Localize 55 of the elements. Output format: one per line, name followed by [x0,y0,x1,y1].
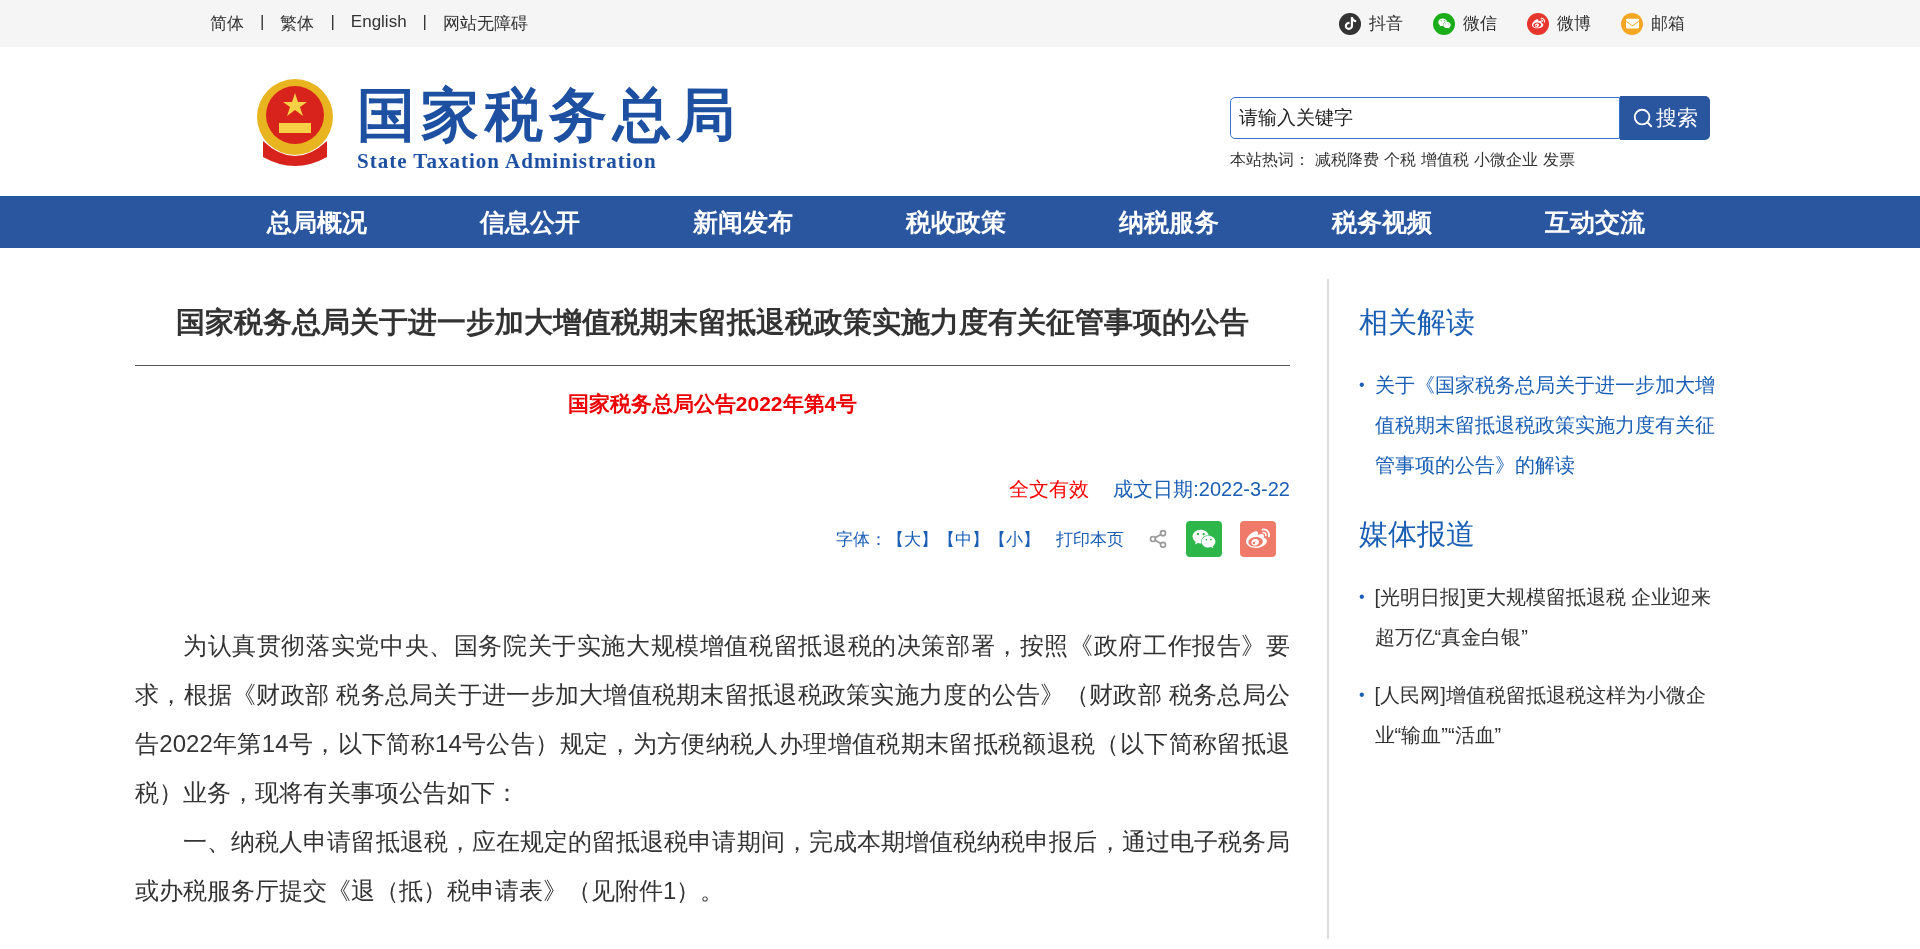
nav-item[interactable]: 税务视频 [1275,196,1488,248]
language-link[interactable]: 简体 [210,12,244,35]
hot-word-link[interactable]: 个税 [1384,149,1416,171]
site-subtitle: State Taxation Administration [357,148,657,174]
nav-item[interactable]: 互动交流 [1488,196,1701,248]
note-icon [1339,12,1361,35]
hot-word-link[interactable]: 增值税 [1421,149,1469,171]
nav-item[interactable]: 纳税服务 [1062,196,1275,248]
nav-item[interactable]: 新闻发布 [636,196,849,248]
social-link[interactable]: 微信 [1433,12,1497,35]
separator: | [330,12,335,33]
social-link[interactable]: 微博 [1527,12,1591,35]
language-link[interactable]: 网站无障碍 [443,12,529,35]
hot-word-link[interactable]: 小微企业 [1474,149,1538,171]
font-size-link[interactable]: 【中】 [938,527,989,551]
hot-word-link[interactable]: 发票 [1543,149,1575,171]
sidebar-link[interactable]: [光明日报]更大规模留抵退税 企业迎来超万亿“真金白银” [1374,577,1720,657]
article-title: 国家税务总局关于进一步加大增值税期末留抵退税政策实施力度有关征管事项的公告 [135,279,1290,366]
nav-item[interactable]: 税收政策 [849,196,1062,248]
search-icon [1632,106,1654,129]
bullet: • [1359,375,1365,395]
document-number: 国家税务总局公告2022年第4号 [566,391,859,417]
bullet: • [1359,685,1365,705]
language-link[interactable]: 繁体 [280,12,315,35]
hot-word-link[interactable]: 减税降费 [1315,149,1379,171]
social-link[interactable]: 邮箱 [1621,12,1685,35]
validity-status: 全文有效 [1009,477,1090,502]
envelope-icon [1621,12,1643,35]
bullet: • [1359,587,1365,607]
eye-swirl-icon[interactable] [1240,521,1276,557]
hot-words-label: 本站热词： [1230,149,1310,170]
chat-bubbles-icon[interactable] [1186,521,1222,557]
nav-item[interactable]: 信息公开 [423,196,636,248]
chat-bubbles-icon [1433,12,1455,35]
share-icon[interactable] [1148,529,1168,549]
article-paragraph: 为认真贯彻落实党中央、国务院关于实施大规模增值税留抵退税的决策部署，按照《政府工作报告》要求，根据《财政部 税务总局关于进一步加大增值税期末留抵退税政策实施力度的公告》（财政部 税务总局公告2022年第14号，以下简称14号公告）规定，为方便纳税人办理增值税期末留抵税额退税（以下简称留抵退税）业务，现将有关事项公告如下： [135,631,1290,808]
font-size-label: 字体： [836,528,887,551]
sidebar-link[interactable]: 关于《国家税务总局关于进一步加大增值税期末留抵退税政策实施力度有关征管事项的公告》的解读 [1374,365,1720,485]
font-size-link[interactable]: 【小】 [989,527,1040,551]
site-title: 国家税务总局 [357,83,741,147]
font-size-link[interactable]: 【大】 [887,527,938,551]
sidebar-link[interactable]: [人民网]增值税留抵退税这样为小微企业“输血”“活血” [1374,675,1720,755]
search-button[interactable]: 搜索 [1620,95,1710,140]
separator: | [422,12,428,33]
section-heading: 媒体报道 [1359,517,1476,552]
print-link[interactable]: 打印本页 [1056,527,1124,551]
article-paragraph: 一、纳税人申请留抵退税，应在规定的留抵退税申请期间，完成本期增值税纳税申报后，通过电子税务局或办税服务厅提交《退（抵）税申请表》（见附件1）。 [135,827,1290,906]
nav-item[interactable]: 总局概况 [210,196,423,248]
issue-date: 成文日期:2022-3-22 [1113,477,1290,502]
separator: | [260,12,265,33]
section-heading: 相关解读 [1359,305,1476,340]
social-link[interactable]: 抖音 [1339,12,1403,35]
search-field[interactable]: 请输入关键字 [1230,96,1620,139]
eye-swirl-icon [1527,12,1549,35]
language-link[interactable]: English [350,12,407,35]
